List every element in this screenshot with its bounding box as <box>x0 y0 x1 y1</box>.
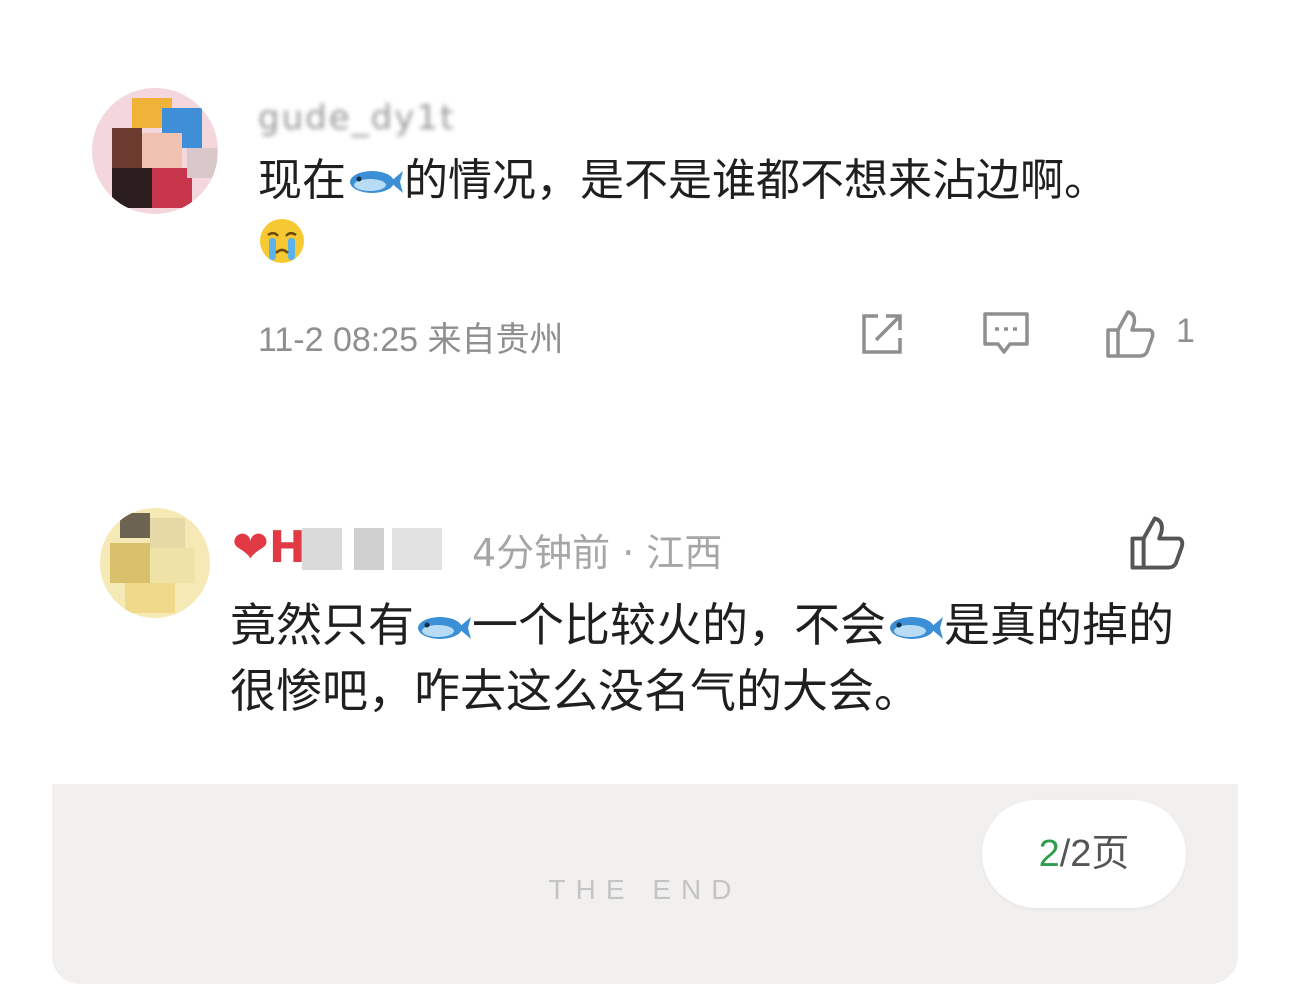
thumbs-up-icon[interactable] <box>1104 308 1156 360</box>
username[interactable]: gude_dy1t <box>258 98 455 138</box>
page-total: /2页 <box>1059 833 1130 875</box>
avatar-pixel <box>112 128 142 168</box>
crying-face-emoji <box>260 219 304 263</box>
comment-text-part: 竟然只有 <box>230 598 414 652</box>
share-icon[interactable] <box>856 308 908 360</box>
avatar-pixel <box>150 518 185 548</box>
location: 来自贵州 <box>427 321 564 359</box>
avatar-pixel <box>150 548 195 583</box>
avatar-pixel <box>142 133 182 168</box>
reply-icon[interactable] <box>980 308 1032 360</box>
comment-meta: 11-2 08:25 来自贵州 <box>258 312 564 361</box>
name-pixel <box>392 528 442 570</box>
timestamp: 11-2 08:25 <box>258 321 419 359</box>
name-pixel <box>302 528 342 570</box>
page-indicator-button[interactable]: 2/2页 <box>982 800 1186 908</box>
name-pixel <box>354 528 384 570</box>
comment-text-part: 现在 <box>258 155 346 206</box>
fish-emoji <box>350 171 403 193</box>
avatar-pixel <box>125 583 175 613</box>
avatar-pixel <box>110 543 150 583</box>
page-current: 2 <box>1038 833 1060 875</box>
username-text: ❤H <box>232 522 306 573</box>
thumbs-up-icon[interactable] <box>1128 514 1186 572</box>
comment-text-part: 的情况，是不是谁都不想来沾边啊。 <box>404 155 1108 206</box>
avatar-pixel <box>112 168 152 208</box>
comment-text-part: 一个比较火的，不会 <box>472 598 886 652</box>
username[interactable]: ❤H <box>232 520 462 576</box>
end-panel: THE END 2/2页 <box>52 784 1238 984</box>
timestamp: 4分钟前 · 江西 <box>472 531 723 575</box>
avatar-pixel <box>120 513 150 538</box>
avatar-pixel <box>187 148 217 178</box>
comment-text: 竟然只有 一个比较火的，不会 是真的掉的很惨吧，咋去这么没名气的大会。 <box>230 592 1190 724</box>
fish-emoji <box>890 617 943 639</box>
avatar[interactable] <box>100 508 210 618</box>
fish-emoji <box>418 617 471 639</box>
comment-text: 现在 的情况，是不是谁都不想来沾边啊。 <box>258 150 1128 274</box>
avatar-pixel <box>152 168 192 208</box>
avatar[interactable] <box>92 88 218 214</box>
like-count: 1 <box>1176 312 1195 350</box>
